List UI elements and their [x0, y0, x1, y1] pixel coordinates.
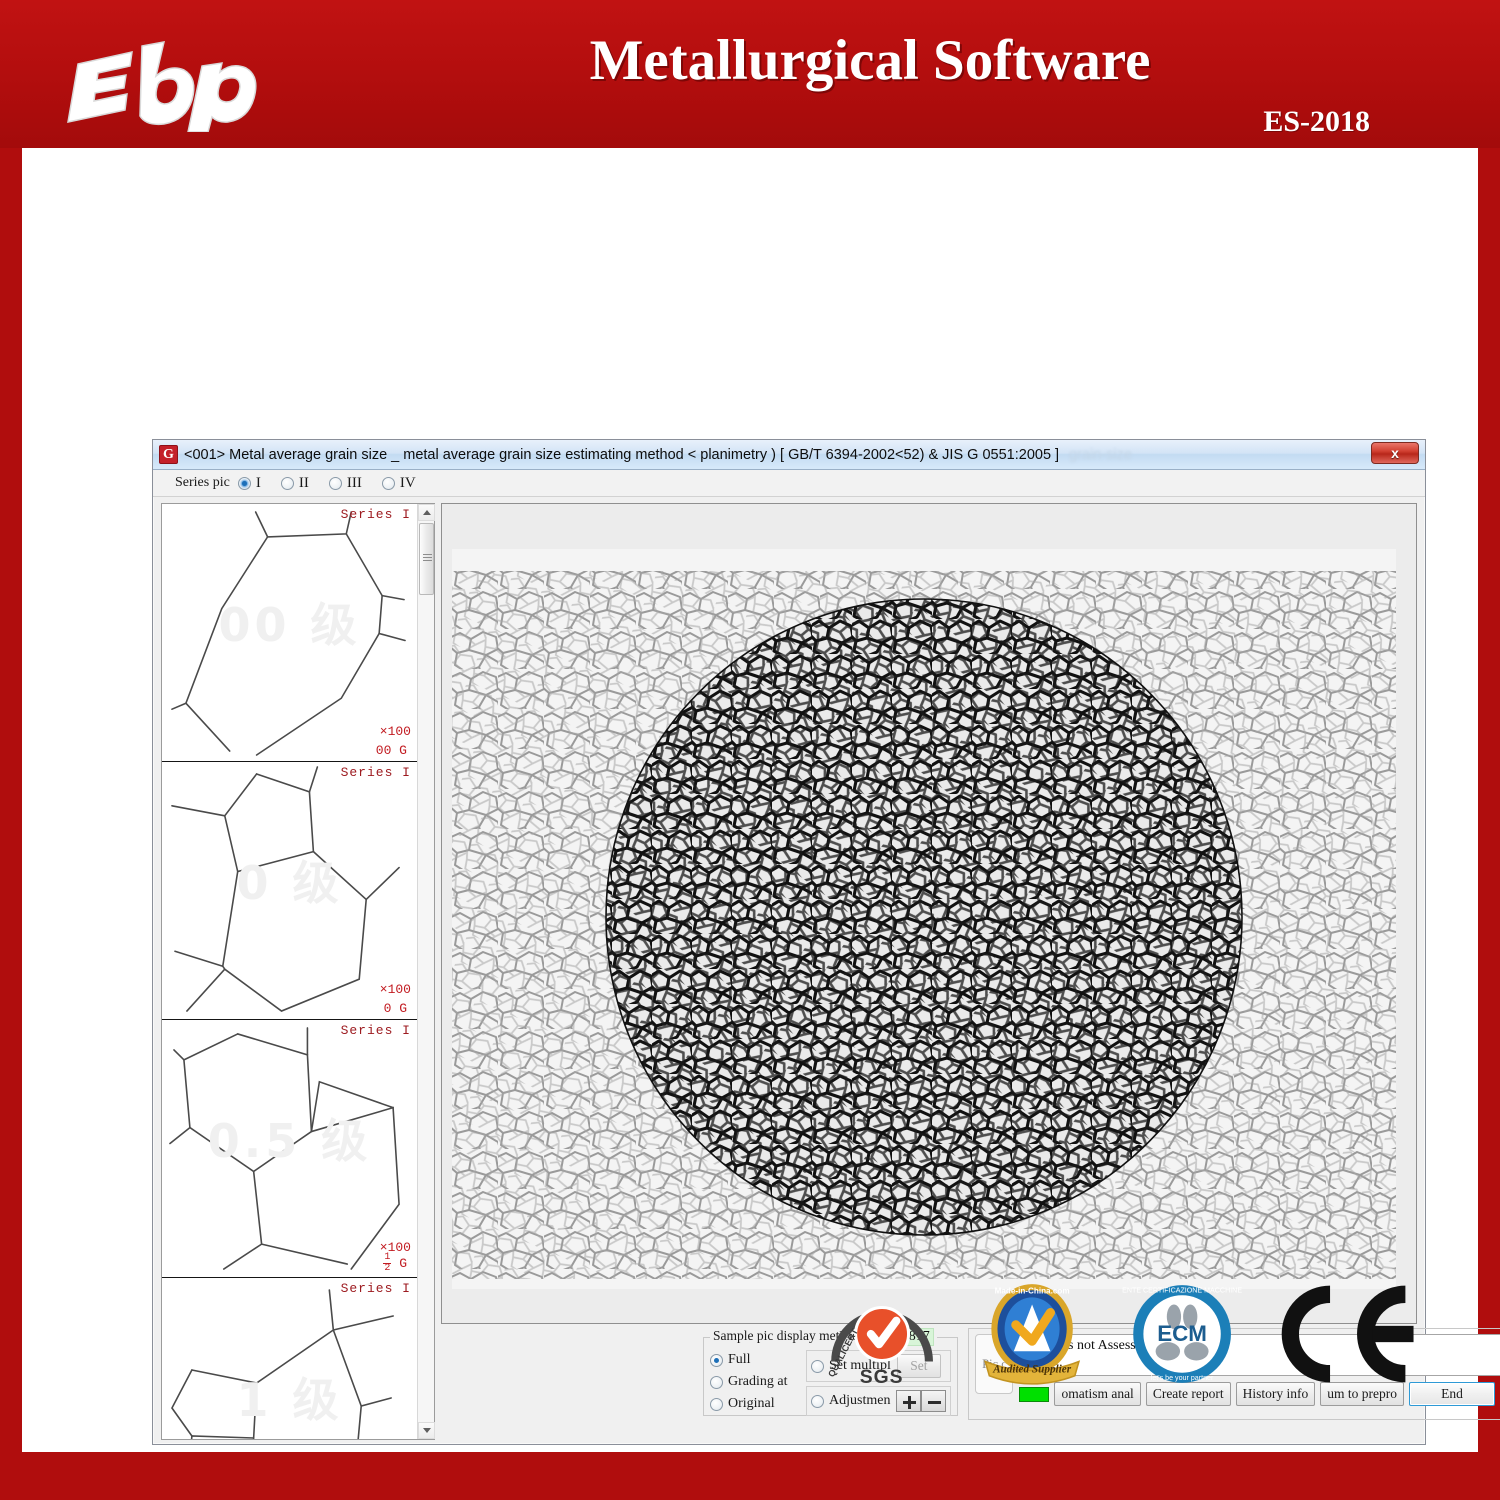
thumbnail-magnification: ×100 [379, 982, 411, 997]
series-toolbar: Series pic I II III IV [153, 470, 1425, 497]
footer-strip [0, 1474, 1500, 1500]
thumbnail-series-label: Series I [340, 1023, 411, 1038]
series-radio-iv-label: IV [399, 474, 416, 491]
thumbnail-series-label: Series I [340, 765, 411, 780]
grade-denominator: 2 [384, 1263, 391, 1274]
ecm-certification-logo: ECM let's be your partner ENTE CERTIFICA… [1122, 1285, 1242, 1383]
series-radio-ii[interactable]: II [280, 474, 309, 492]
grade-fraction: 1 2 [383, 1253, 392, 1274]
thumbnail-grade: 00 G [375, 743, 407, 758]
series-radio-iii-label: III [346, 474, 362, 491]
series-radio-i-label: I [255, 474, 261, 491]
ce-marking-logo [1281, 1285, 1414, 1383]
series-radio-iv[interactable]: IV [381, 474, 416, 492]
radio-dot-icon [328, 476, 342, 490]
radio-dot-icon [811, 1394, 824, 1408]
micrograph-image[interactable] [452, 549, 1396, 1289]
svg-text:Made-in-China.com: Made-in-China.com [995, 1286, 1070, 1295]
display-mode-original[interactable]: Original [710, 1396, 806, 1412]
page-title: Metallurgical Software [589, 29, 1151, 92]
thumbnail-series-label: Series I [340, 507, 411, 522]
app-window-icon: G [159, 445, 178, 464]
window-titlebar: G <001> Metal average grain size _ metal… [153, 440, 1425, 470]
adjustment-radio[interactable]: Adjustmen [811, 1393, 890, 1409]
grade-unit: G [399, 1255, 407, 1271]
sgs-qualicert-logo: SGS QUALICERT [826, 1306, 933, 1388]
header-banner: Metallurgical Software ES-2018 [0, 0, 1500, 148]
scroll-down-arrow-icon[interactable] [418, 1422, 435, 1439]
adjustment-label: Adjustmen [829, 1393, 891, 1408]
display-mode-original-label: Original [728, 1396, 775, 1411]
series-radio-ii-label: II [298, 474, 309, 491]
svg-text:ECM: ECM [1157, 1321, 1207, 1346]
radio-dot-icon [280, 476, 294, 490]
series-thumbnail-05[interactable]: 0.5 级 Series I ×100 1 2 G [162, 1020, 417, 1278]
image-viewport[interactable] [441, 503, 1417, 1324]
svg-text:Audited Supplier: Audited Supplier [992, 1364, 1072, 1376]
grade-watermark: 0 级 [236, 856, 343, 911]
series-thumbnail-00[interactable]: 00 级 Series I ×100 00 G [162, 504, 417, 762]
thumbnail-grade: 0 G [383, 1001, 407, 1016]
audited-supplier-logo: Audited Supplier Made-in-China.com [984, 1284, 1081, 1385]
thumbnail-grade: 1 2 G [383, 1253, 407, 1274]
series-pic-label: Series pic [175, 475, 230, 490]
series-radio-i[interactable]: I [237, 474, 261, 492]
series-thumbnail-0[interactable]: 0 级 Series I ×100 0 G [162, 762, 417, 1020]
product-version: ES-2018 [1263, 105, 1370, 138]
grade-watermark: 00 级 [218, 598, 361, 653]
content-sheet: G <001> Metal average grain size _ metal… [22, 148, 1500, 1452]
window-title: <001> Metal average grain size _ metal a… [184, 446, 1060, 463]
radio-dot-icon [710, 1397, 723, 1411]
ebp-logo [60, 22, 280, 132]
page-frame: Metallurgical Software ES-2018 G <001> M… [0, 0, 1500, 1500]
scrollbar-thumb[interactable] [419, 523, 434, 595]
certification-logos: SGS QUALICERT Audited Supplier Made-in-C… [22, 1274, 1464, 1394]
svg-text:SGS: SGS [859, 1366, 903, 1388]
series-radio-iii[interactable]: III [328, 474, 362, 492]
grain-micrograph-svg [452, 549, 1396, 1289]
svg-text:let's be your partner: let's be your partner [1151, 1374, 1214, 1382]
radio-dot-icon [237, 476, 251, 490]
close-icon[interactable]: x [1371, 442, 1419, 464]
radio-dot-icon [381, 476, 395, 490]
thumbnail-magnification: ×100 [379, 724, 411, 739]
window-title-watermark: grain-size [1069, 446, 1132, 463]
svg-text:ENTE CERTIFICAZIONE MACCHINE: ENTE CERTIFICAZIONE MACCHINE [1122, 1286, 1242, 1294]
scroll-up-arrow-icon[interactable] [418, 504, 435, 521]
grade-watermark: 0.5 级 [207, 1114, 372, 1169]
